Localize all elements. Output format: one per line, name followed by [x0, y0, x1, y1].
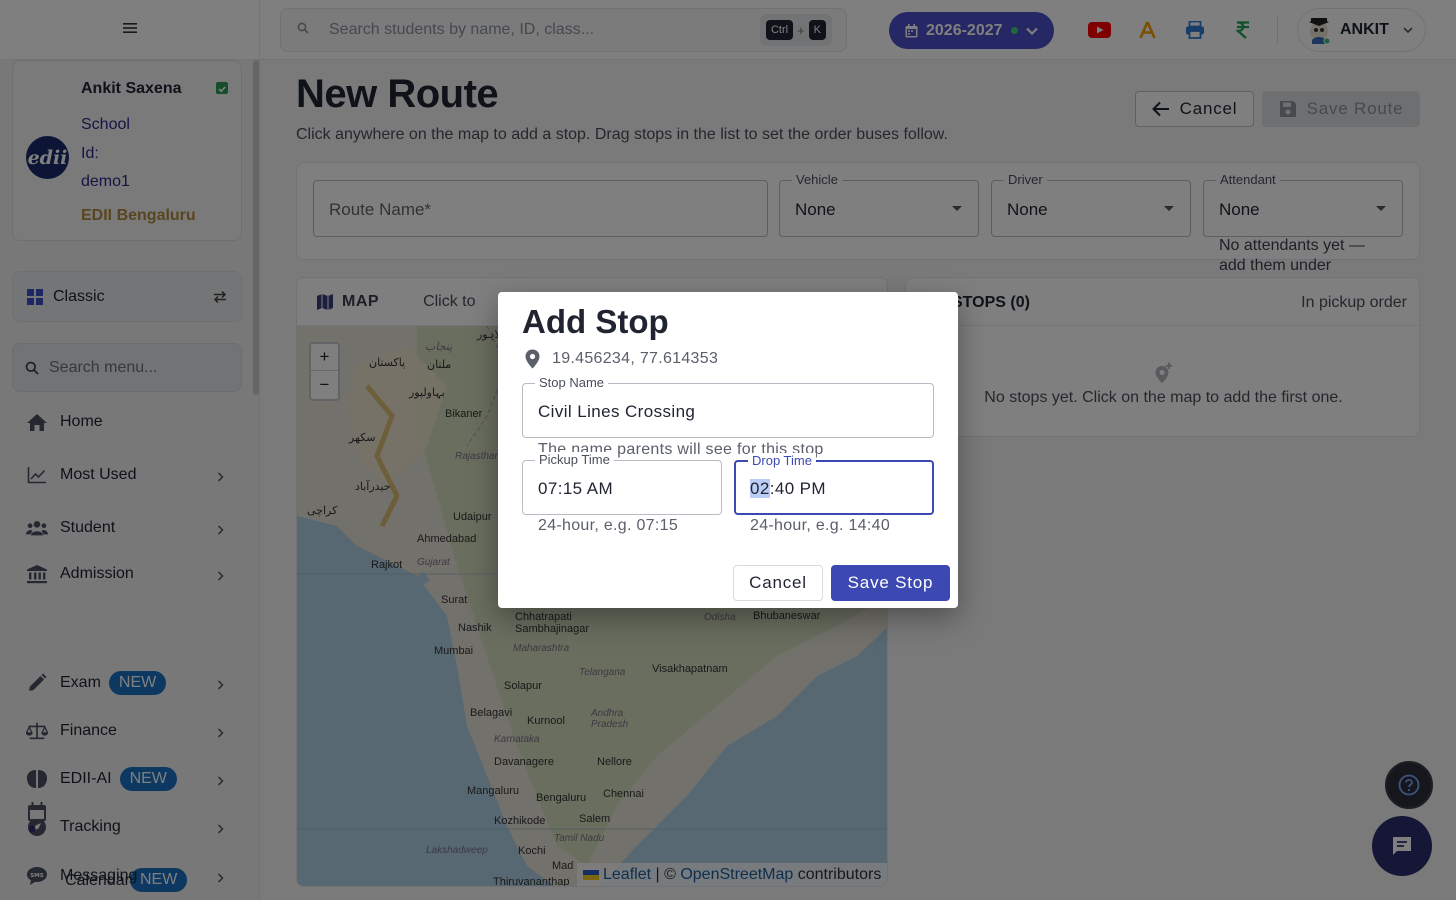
drop-time-helper: 24-hour, e.g. 14:40	[750, 517, 891, 534]
save-stop-button[interactable]: Save Stop	[831, 565, 950, 601]
drop-time-hour-segment[interactable]: 02	[750, 479, 770, 498]
drop-time-rest: :40 PM	[769, 479, 826, 498]
stop-name-value: Civil Lines Crossing	[538, 402, 696, 421]
drop-time-label: Drop Time	[748, 453, 816, 468]
pickup-time-value: 07:15 AM	[538, 479, 614, 498]
stop-coordinates: 19.456234, 77.614353	[552, 350, 719, 367]
stop-name-input[interactable]: Stop Name Civil Lines Crossing	[522, 375, 934, 438]
stop-name-label: Stop Name	[535, 375, 609, 390]
drop-time-input[interactable]: Drop Time 02:40 PM	[734, 453, 934, 515]
pickup-time-helper: 24-hour, e.g. 07:15	[538, 517, 679, 534]
drop-time-value: 02:40 PM	[750, 479, 826, 499]
add-stop-dialog: Add Stop 19.456234, 77.614353 Stop Name …	[498, 292, 958, 608]
pickup-time-label: Pickup Time	[535, 452, 614, 467]
dialog-title: Add Stop	[522, 303, 669, 340]
pickup-time-input[interactable]: Pickup Time 07:15 AM	[522, 452, 722, 515]
location-pin-icon	[525, 349, 540, 374]
cancel-button[interactable]: Cancel	[733, 565, 823, 601]
